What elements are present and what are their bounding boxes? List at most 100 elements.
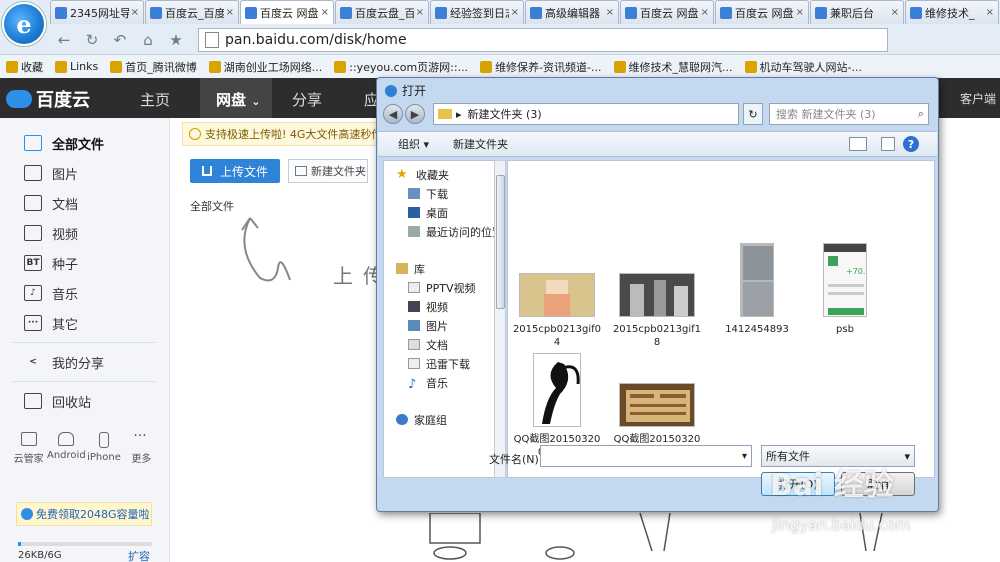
file-item[interactable]: +70.00 psb (800, 243, 890, 336)
filename-input[interactable]: ▾ (540, 445, 752, 467)
refresh-button[interactable]: ↻ (78, 28, 106, 52)
notice-text: 支持极速上传啦! 4G大文件高速秒传, (205, 128, 386, 141)
close-icon[interactable]: × (511, 7, 519, 18)
nav-home[interactable]: 主页 (140, 89, 170, 110)
close-icon[interactable]: × (796, 7, 804, 18)
favorite-star-icon[interactable]: ★ (162, 28, 190, 52)
bookmark-item[interactable]: 机动车驾驶人网站-... (744, 59, 862, 75)
client-download-link[interactable]: 客户端 (960, 90, 996, 107)
sidebar-item-image[interactable]: 图片 (0, 158, 169, 188)
browser-tab[interactable]: 百度云 网盘 × (240, 0, 334, 24)
file-item[interactable]: 1412454893 (712, 243, 802, 336)
close-icon[interactable]: × (891, 7, 899, 18)
device-label: iPhone (87, 452, 121, 463)
home-button[interactable]: ⌂ (134, 28, 162, 52)
breadcrumb[interactable]: 全部文件 (190, 198, 234, 214)
bookmark-item[interactable]: 维修技术_慧聪网汽... (613, 59, 733, 75)
browser-tab[interactable]: 百度云 网盘 × (715, 0, 809, 24)
file-item[interactable]: QQ截图20150320092745 (512, 353, 602, 459)
image-thumbnail-icon (519, 273, 596, 318)
sidebar-item-cloud[interactable]: 全部文件 (0, 128, 169, 158)
bookmark-item[interactable]: 首页_腾讯微博 (110, 59, 197, 75)
sidebar-item-video[interactable]: 视频 (0, 218, 169, 248)
back-arrow-icon[interactable]: ◀ (383, 104, 403, 124)
browser-tab[interactable]: 经验签到日志× (430, 0, 524, 24)
bookmark-item[interactable]: Links (55, 60, 98, 73)
device-iphone[interactable]: iPhone (85, 432, 122, 465)
back-button[interactable]: ← (50, 28, 78, 52)
nav-music[interactable]: ♪ 音乐 (384, 373, 499, 393)
pptv-folder-icon (408, 282, 420, 293)
sidebar-item-torrent[interactable]: BT 种子 (0, 248, 169, 278)
sidebar-item-music[interactable]: ♪ 音乐 (0, 278, 169, 308)
browser-tab[interactable]: 百度云_百度 × (145, 0, 239, 24)
favicon-icon (55, 6, 67, 19)
close-icon[interactable]: × (416, 7, 424, 18)
forward-arrow-icon[interactable]: ▶ (405, 104, 425, 124)
close-icon[interactable]: × (321, 7, 329, 18)
device-more[interactable]: ··· 更多 (123, 429, 160, 465)
bookmark-item[interactable]: ::yeyou.com页游网::... (334, 59, 468, 75)
nav-downloads[interactable]: 下载 (384, 184, 499, 203)
organize-menu[interactable]: 组织 ▾ (398, 136, 429, 152)
close-icon[interactable]: × (226, 7, 234, 18)
scrollbar-thumb[interactable] (496, 175, 505, 309)
dialog-path-bar[interactable]: ▸ 新建文件夹 (3) (433, 103, 739, 125)
nav-disk[interactable]: 网盘 ⌄ (216, 89, 260, 110)
star-icon: ★ (396, 167, 408, 182)
device-android[interactable]: Android (47, 432, 86, 465)
nav-homegroup[interactable]: 家庭组 (384, 410, 499, 429)
nav-favorites[interactable]: ★ 收藏夹 (384, 165, 499, 184)
dialog-search-input[interactable]: 搜索 新建文件夹 (3) ⌕ (769, 103, 929, 125)
bookmark-item[interactable]: 湖南创业工场网络... (208, 59, 322, 75)
browser-tab[interactable]: 兼职后台 × (810, 0, 904, 24)
dialog-refresh-button[interactable]: ↻ (743, 103, 763, 125)
preview-pane-icon[interactable] (881, 137, 895, 151)
close-icon[interactable]: × (131, 7, 139, 18)
help-icon[interactable]: ? (903, 136, 919, 152)
browser-tab[interactable]: 百度云盘_百 × (335, 0, 429, 24)
chevron-down-icon[interactable]: ▾ (742, 451, 747, 462)
sidebar-item-document[interactable]: 文档 (0, 188, 169, 218)
sidebar-item-recycle-bin[interactable]: 回收站 (0, 386, 169, 416)
upload-file-button[interactable]: 上传文件 (190, 159, 280, 183)
dialog-new-folder-button[interactable]: 新建文件夹 (453, 136, 508, 152)
undo-button[interactable]: ↶ (106, 28, 134, 52)
expand-quota-link[interactable]: 扩容 (128, 548, 150, 562)
bookmark-item[interactable]: 收藏 (6, 59, 43, 75)
baidu-cloud-logo[interactable]: 百度云 (6, 86, 90, 112)
nav-recent-places[interactable]: 最近访问的位置 (384, 222, 499, 241)
nav-documents[interactable]: 文档 (384, 335, 499, 354)
nav-pane-scrollbar[interactable] (494, 160, 506, 478)
path-separator: ▸ (456, 107, 462, 121)
nav-thunder[interactable]: 迅雷下载 (384, 354, 499, 373)
browser-tab[interactable]: 高级编辑器 × (525, 0, 619, 24)
sidebar-item-more[interactable]: ··· 其它 (0, 308, 169, 338)
browser-logo-icon[interactable]: e (2, 2, 46, 46)
file-item[interactable]: 2015cpb0213gif18 (612, 273, 702, 349)
free-storage-promo[interactable]: 免费领取2048G容量啦~ (16, 502, 152, 526)
nav-pptv[interactable]: PPTV视频 (384, 278, 499, 297)
new-folder-button[interactable]: 新建文件夹 (288, 159, 368, 183)
device-pc[interactable]: 云管家 (10, 432, 47, 465)
close-icon[interactable]: × (701, 7, 709, 18)
view-options-icon[interactable] (849, 137, 867, 151)
browser-tab[interactable]: 2345网址导 × (50, 0, 144, 24)
nav-desktop[interactable]: 桌面 (384, 203, 499, 222)
nav-library[interactable]: 库 (384, 259, 499, 278)
close-icon[interactable]: × (606, 7, 614, 18)
bookmark-item[interactable]: 维修保养-资讯频道-... (480, 59, 602, 75)
file-item[interactable]: 2015cpb0213gif04 (512, 273, 602, 349)
browser-tab[interactable]: 百度云 网盘 × (620, 0, 714, 24)
image-icon (24, 165, 42, 181)
file-item[interactable]: QQ截图20150320134242 (612, 353, 702, 459)
nav-videos[interactable]: 视频 (384, 297, 499, 316)
address-bar[interactable]: pan.baidu.com/disk/home (198, 28, 888, 52)
browser-tab[interactable]: 维修技术_ × (905, 0, 999, 24)
image-thumbnail-icon (740, 243, 775, 318)
sidebar-item-my-share[interactable]: < 我的分享 (0, 347, 169, 377)
nav-pictures[interactable]: 图片 (384, 316, 499, 335)
nav-share[interactable]: 分享 (292, 89, 322, 110)
tab-label: 兼职后台 (830, 6, 874, 20)
close-icon[interactable]: × (986, 7, 994, 18)
